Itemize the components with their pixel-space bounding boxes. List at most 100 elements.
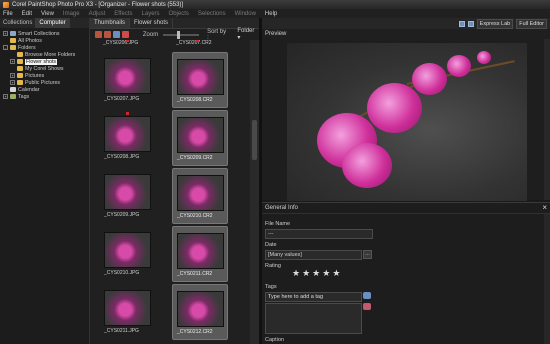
info-scrollbar[interactable]	[544, 214, 550, 344]
menu-view[interactable]: View	[41, 11, 54, 17]
grid-view-icon[interactable]	[467, 20, 474, 27]
tree-item-pictures[interactable]: + Pictures	[0, 72, 89, 79]
menu-layers[interactable]: Layers	[142, 11, 160, 17]
thumbnail-caption: _CYS0209.JPG	[104, 212, 140, 218]
menu-image[interactable]: Image	[63, 11, 80, 17]
thumbnail[interactable]: _CYS0209.CR2	[172, 110, 228, 166]
express-lab-button[interactable]: Express Lab	[476, 18, 514, 29]
menu-file[interactable]: File	[3, 11, 13, 17]
tree-item-label: Folders	[18, 44, 36, 51]
expand-icon[interactable]: +	[3, 31, 8, 36]
menu-effects[interactable]: Effects	[114, 11, 132, 17]
thumbnail[interactable]: _CYS0208.JPG	[100, 110, 156, 166]
preview-area	[262, 39, 550, 201]
thumbnail-caption: _CYS0209.CR2	[177, 155, 213, 161]
sort-value: Folder	[237, 28, 255, 34]
add-tag-icon[interactable]	[363, 292, 371, 299]
star-icon[interactable]: ★	[332, 269, 340, 278]
app-icon	[3, 1, 9, 8]
thumbnail[interactable]: _CYS0208.CR2	[172, 52, 228, 108]
expand-icon[interactable]: +	[10, 59, 15, 64]
navigation-panel: Collections Computer + Smart Collections…	[0, 18, 90, 344]
menu-help[interactable]: Help	[265, 11, 277, 17]
thumbnail-caption: _CYS0211.JPG	[104, 328, 139, 334]
star-icon[interactable]: ★	[302, 269, 310, 278]
menu-edit[interactable]: Edit	[22, 11, 32, 17]
scrollbar-thumb[interactable]	[252, 120, 257, 160]
thumbnail[interactable]: _CYS0209.JPG	[100, 168, 156, 224]
tab-collections[interactable]: Collections	[0, 18, 37, 28]
rotate-left-icon[interactable]	[95, 31, 102, 38]
tree-item-my-corel-shows[interactable]: My Corel Shows	[0, 65, 89, 72]
expand-icon[interactable]: +	[3, 94, 8, 99]
menu-adjust[interactable]: Adjust	[89, 11, 106, 17]
tree-item-label: My Corel Shows	[25, 65, 64, 72]
thumbnail-scrollbar[interactable]	[250, 40, 259, 344]
thumbnail-tabs: Thumbnails Flower shots	[90, 18, 259, 29]
file-name-label: File Name	[265, 221, 291, 227]
tree-item-all-photos[interactable]: All Photos	[0, 37, 89, 44]
title-bar: Corel PaintShop Photo Pro X3 - [Organize…	[0, 0, 550, 9]
thumbnail-caption: _CYS0207.JPG	[104, 96, 140, 102]
tree-item-label: Flower shots	[25, 58, 58, 65]
zoom-slider[interactable]	[163, 30, 200, 39]
thumbnail[interactable]: _CYS0212.CR2	[172, 284, 228, 340]
thumbnail-caption[interactable]: _CYS0206.JPG	[103, 40, 138, 46]
remove-tag-icon[interactable]	[363, 303, 371, 310]
thumbnail[interactable]: _CYS0207.JPG	[100, 52, 156, 108]
tree-item-public-pictures[interactable]: + Public Pictures	[0, 79, 89, 86]
rotate-right-icon[interactable]	[103, 31, 111, 38]
tree-item-smart-collections[interactable]: + Smart Collections	[0, 30, 89, 37]
rating-stars[interactable]: ★ ★ ★ ★ ★	[292, 269, 340, 278]
tree-item-flower-shots[interactable]: + Flower shots	[0, 58, 89, 65]
share-icon[interactable]	[112, 31, 120, 38]
delete-icon[interactable]	[121, 31, 129, 38]
tags-label: Tags	[265, 284, 277, 290]
star-icon[interactable]: ★	[312, 269, 320, 278]
workspace-toolbar: Express Lab Full Editor	[262, 18, 550, 29]
thumbnail[interactable]: _CYS0210.JPG	[100, 226, 156, 282]
star-icon[interactable]: ★	[292, 269, 300, 278]
collapse-icon[interactable]: -	[3, 45, 8, 50]
menu-objects[interactable]: Objects	[169, 11, 189, 17]
tab-flower-shots[interactable]: Flower shots	[130, 18, 174, 28]
thumbnail[interactable]: _CYS0211.JPG	[100, 284, 156, 340]
expand-icon[interactable]: +	[10, 73, 15, 78]
tab-thumbnails[interactable]: Thumbnails	[90, 18, 131, 28]
orchid-flower	[367, 83, 422, 133]
file-name-field[interactable]: ---	[265, 229, 373, 239]
thumbnail[interactable]: _CYS0210.CR2	[172, 168, 228, 224]
tree-item-folders[interactable]: - Folders	[0, 44, 89, 51]
thumbnail-caption[interactable]: _CYS0207.CR2	[176, 40, 212, 46]
date-field[interactable]: [Many values]	[265, 250, 362, 260]
thumbnail-grid: _CYS0206.JPG _CYS0207.CR2 _CYS0207.JPG _…	[90, 40, 250, 344]
info-header: General Info ×	[262, 203, 550, 214]
preview-scrollbar[interactable]	[544, 39, 550, 200]
thumbnail-image	[177, 117, 224, 153]
tree-item-label: Pictures	[25, 72, 45, 79]
preview-image	[287, 43, 527, 201]
folder-icon	[17, 73, 23, 78]
view-mode-icon[interactable]	[458, 20, 465, 27]
thumbnail-panel: Thumbnails Flower shots Zoom Sort by : F…	[90, 18, 259, 344]
full-editor-button[interactable]: Full Editor	[516, 18, 547, 29]
tree-item-tags[interactable]: + Tags	[0, 93, 89, 100]
thumbnail-caption: _CYS0211.CR2	[177, 271, 213, 277]
expand-icon[interactable]: +	[10, 80, 15, 85]
thumbnail[interactable]: _CYS0211.CR2	[172, 226, 228, 282]
menu-window[interactable]: Window	[235, 11, 256, 17]
menu-selections[interactable]: Selections	[198, 11, 226, 17]
tree-item-calendar[interactable]: Calendar	[0, 86, 89, 93]
tag-icon	[10, 94, 16, 99]
tab-computer[interactable]: Computer	[36, 18, 70, 28]
tag-list[interactable]	[265, 303, 362, 334]
folder-icon	[17, 80, 23, 85]
close-icon[interactable]: ×	[542, 204, 547, 212]
star-icon[interactable]: ★	[322, 269, 330, 278]
zoom-slider-handle[interactable]	[177, 30, 181, 39]
folder-icon	[17, 52, 23, 57]
tree-item-browse-more-folders[interactable]: Browse More Folders	[0, 51, 89, 58]
date-picker-button[interactable]: …	[363, 250, 372, 259]
folder-icon	[10, 45, 16, 50]
tag-input[interactable]: Type here to add a tag	[265, 292, 362, 302]
